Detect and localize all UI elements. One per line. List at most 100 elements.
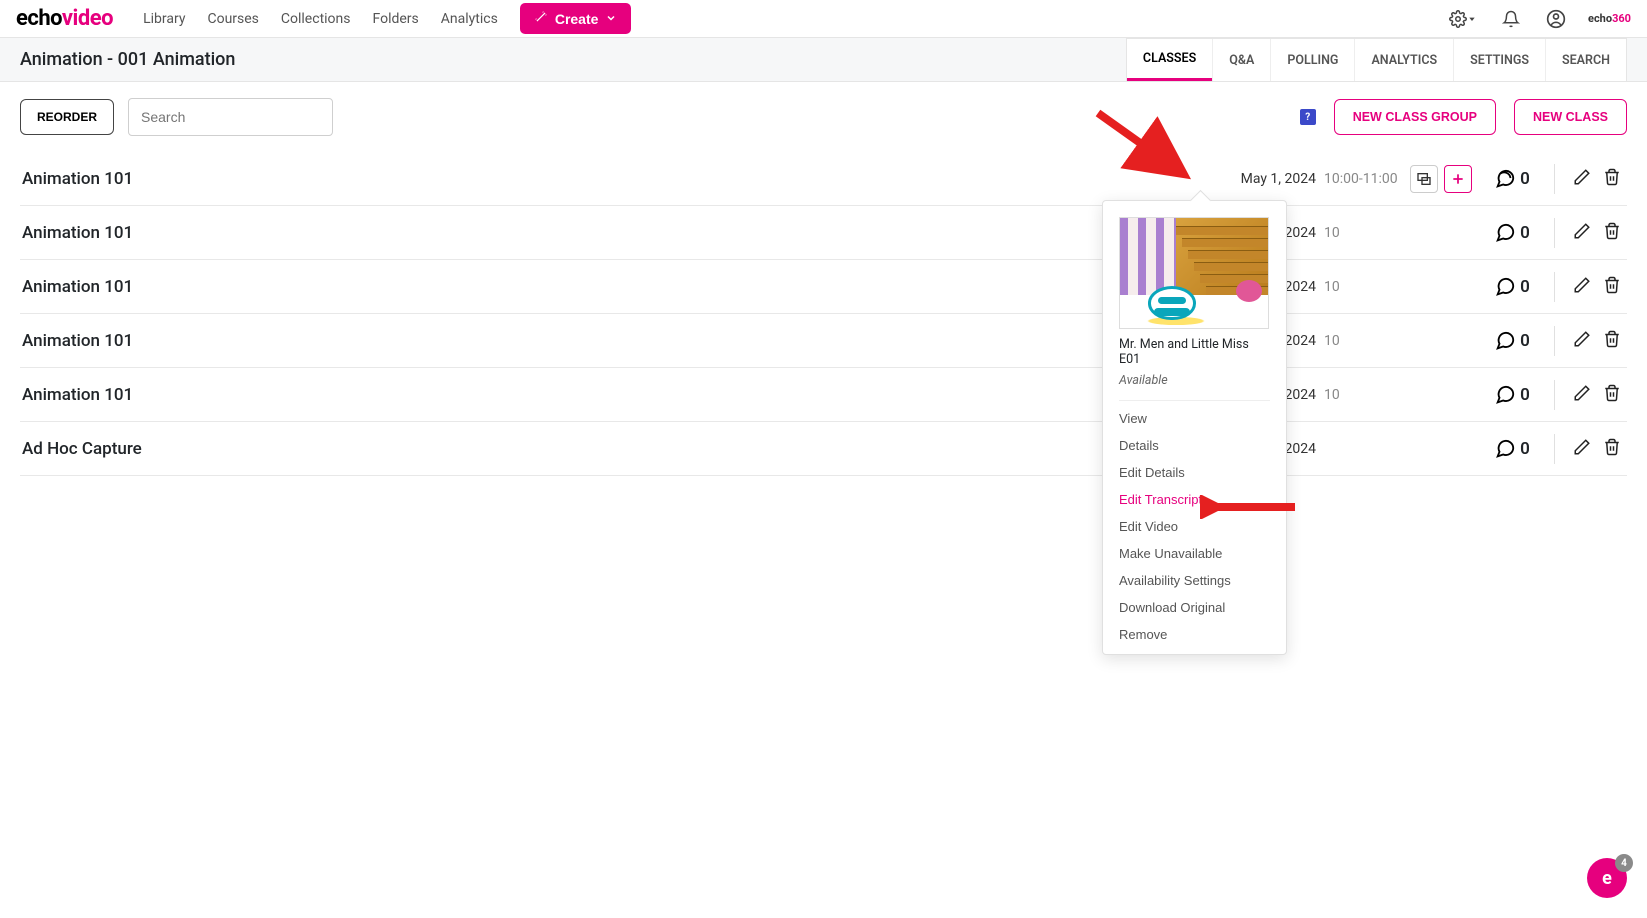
comments[interactable]: 0 <box>1482 438 1542 460</box>
row-time: 10 <box>1324 225 1404 241</box>
tab-settings[interactable]: SETTINGS <box>1453 39 1545 81</box>
row-actions: 0 <box>1404 216 1627 249</box>
nav-library[interactable]: Library <box>143 11 185 27</box>
divider <box>1554 164 1555 194</box>
popover-view[interactable]: View <box>1103 405 1286 432</box>
help-icon[interactable]: ? <box>1300 109 1316 125</box>
popover-availability-settings[interactable]: Availability Settings <box>1103 567 1286 594</box>
media-button[interactable] <box>1410 165 1438 193</box>
search-input[interactable] <box>128 98 333 136</box>
divider <box>1554 434 1555 464</box>
class-row[interactable]: Animation 101 May 1, 2024 10:00-11:00 0 <box>20 152 1627 206</box>
class-row[interactable]: Animation 101 May 3, 2024 10 0 <box>20 206 1627 260</box>
comments[interactable]: 0 <box>1482 330 1542 352</box>
row-actions: 0 <box>1404 324 1627 357</box>
pencil-icon <box>1573 384 1591 402</box>
pencil-icon <box>1573 222 1591 240</box>
trash-icon <box>1603 330 1621 348</box>
delete-button[interactable] <box>1597 378 1627 411</box>
delete-button[interactable] <box>1597 270 1627 303</box>
comment-count: 0 <box>1520 385 1530 405</box>
plus-icon <box>1451 172 1465 186</box>
delete-button[interactable] <box>1597 162 1627 195</box>
media-thumbnail[interactable] <box>1119 217 1269 329</box>
section-tabs: CLASSES Q&A POLLING ANALYTICS SETTINGS S… <box>1126 38 1627 81</box>
add-media-button[interactable] <box>1444 165 1472 193</box>
row-date: May 1, 2024 <box>1241 171 1324 187</box>
trash-icon <box>1603 438 1621 456</box>
row-actions: 0 <box>1404 270 1627 303</box>
row-title: Ad Hoc Capture <box>20 439 1195 459</box>
edit-button[interactable] <box>1567 324 1597 357</box>
reorder-button[interactable]: REORDER <box>20 99 114 135</box>
comments[interactable]: 0 <box>1482 384 1542 406</box>
logo-part-2: video <box>62 6 113 31</box>
class-row[interactable]: Ad Hoc Capture November 15, 2024 0 <box>20 422 1627 476</box>
edit-button[interactable] <box>1567 162 1597 195</box>
new-class-group-button[interactable]: NEW CLASS GROUP <box>1334 99 1496 135</box>
comments[interactable]: 0 <box>1482 222 1542 244</box>
wand-icon <box>534 10 548 27</box>
nav-collections[interactable]: Collections <box>281 11 351 27</box>
toolbar: REORDER ? NEW CLASS GROUP NEW CLASS <box>0 82 1647 152</box>
delete-button[interactable] <box>1597 324 1627 357</box>
delete-button[interactable] <box>1597 432 1627 465</box>
popover-title: Mr. Men and Little Miss E01 <box>1103 337 1286 367</box>
popover-make-unavailable[interactable]: Make Unavailable <box>1103 540 1286 567</box>
logo-part-1: echo <box>16 6 62 31</box>
account-button[interactable] <box>1542 5 1570 33</box>
brand-small[interactable]: echo360 <box>1588 12 1631 25</box>
nav-folders[interactable]: Folders <box>373 11 419 27</box>
class-list: Animation 101 May 1, 2024 10:00-11:00 0 … <box>0 152 1647 476</box>
trash-icon <box>1603 168 1621 186</box>
notifications-button[interactable] <box>1498 6 1524 32</box>
popover-download-original[interactable]: Download Original <box>1103 594 1286 621</box>
comments[interactable]: 0 <box>1482 168 1542 190</box>
pencil-icon <box>1573 330 1591 348</box>
divider <box>1554 326 1555 356</box>
row-title: Animation 101 <box>20 331 1241 351</box>
popover-remove[interactable]: Remove <box>1103 621 1286 648</box>
create-button[interactable]: Create <box>520 3 632 34</box>
class-row[interactable]: Animation 101 May 10, 2024 10 0 <box>20 368 1627 422</box>
row-actions: 0 <box>1404 378 1627 411</box>
widget-badge: 4 <box>1615 854 1633 872</box>
comment-count: 0 <box>1520 331 1530 351</box>
edit-button[interactable] <box>1567 270 1597 303</box>
class-row[interactable]: Animation 101 May 8, 2024 10 0 <box>20 314 1627 368</box>
row-title: Animation 101 <box>20 223 1241 243</box>
settings-dropdown-button[interactable] <box>1445 6 1480 32</box>
row-title: Animation 101 <box>20 385 1233 405</box>
tab-classes[interactable]: CLASSES <box>1127 39 1212 81</box>
edit-button[interactable] <box>1567 378 1597 411</box>
main-nav: Library Courses Collections Folders Anal… <box>143 11 498 27</box>
popover-details[interactable]: Details <box>1103 432 1286 459</box>
popover-separator <box>1119 400 1270 401</box>
class-row[interactable]: Animation 101 May 6, 2024 10 0 <box>20 260 1627 314</box>
comment-count: 0 <box>1520 223 1530 243</box>
edit-button[interactable] <box>1567 216 1597 249</box>
edit-button[interactable] <box>1567 432 1597 465</box>
new-class-button[interactable]: NEW CLASS <box>1514 99 1627 135</box>
tab-analytics[interactable]: ANALYTICS <box>1354 39 1453 81</box>
comment-count: 0 <box>1520 277 1530 297</box>
tab-polling[interactable]: POLLING <box>1270 39 1354 81</box>
help-widget[interactable]: e 4 <box>1587 858 1627 898</box>
media-popover: Mr. Men and Little Miss E01 Available Vi… <box>1102 200 1287 655</box>
brand-logo[interactable]: echovideo <box>16 6 113 31</box>
sub-bar: Animation - 001 Animation CLASSES Q&A PO… <box>0 38 1647 82</box>
annotation-arrow-1 <box>1093 108 1193 188</box>
tab-search[interactable]: SEARCH <box>1545 39 1626 81</box>
divider <box>1554 218 1555 248</box>
row-time: 10:00-11:00 <box>1324 171 1404 187</box>
divider <box>1554 380 1555 410</box>
widget-glyph: e <box>1602 868 1612 889</box>
comments[interactable]: 0 <box>1482 276 1542 298</box>
nav-courses[interactable]: Courses <box>207 11 258 27</box>
popover-edit-details[interactable]: Edit Details <box>1103 459 1286 486</box>
nav-analytics[interactable]: Analytics <box>441 11 498 27</box>
row-time: 10 <box>1324 387 1404 403</box>
delete-button[interactable] <box>1597 216 1627 249</box>
row-actions: 0 <box>1404 162 1627 195</box>
tab-qa[interactable]: Q&A <box>1212 39 1270 81</box>
